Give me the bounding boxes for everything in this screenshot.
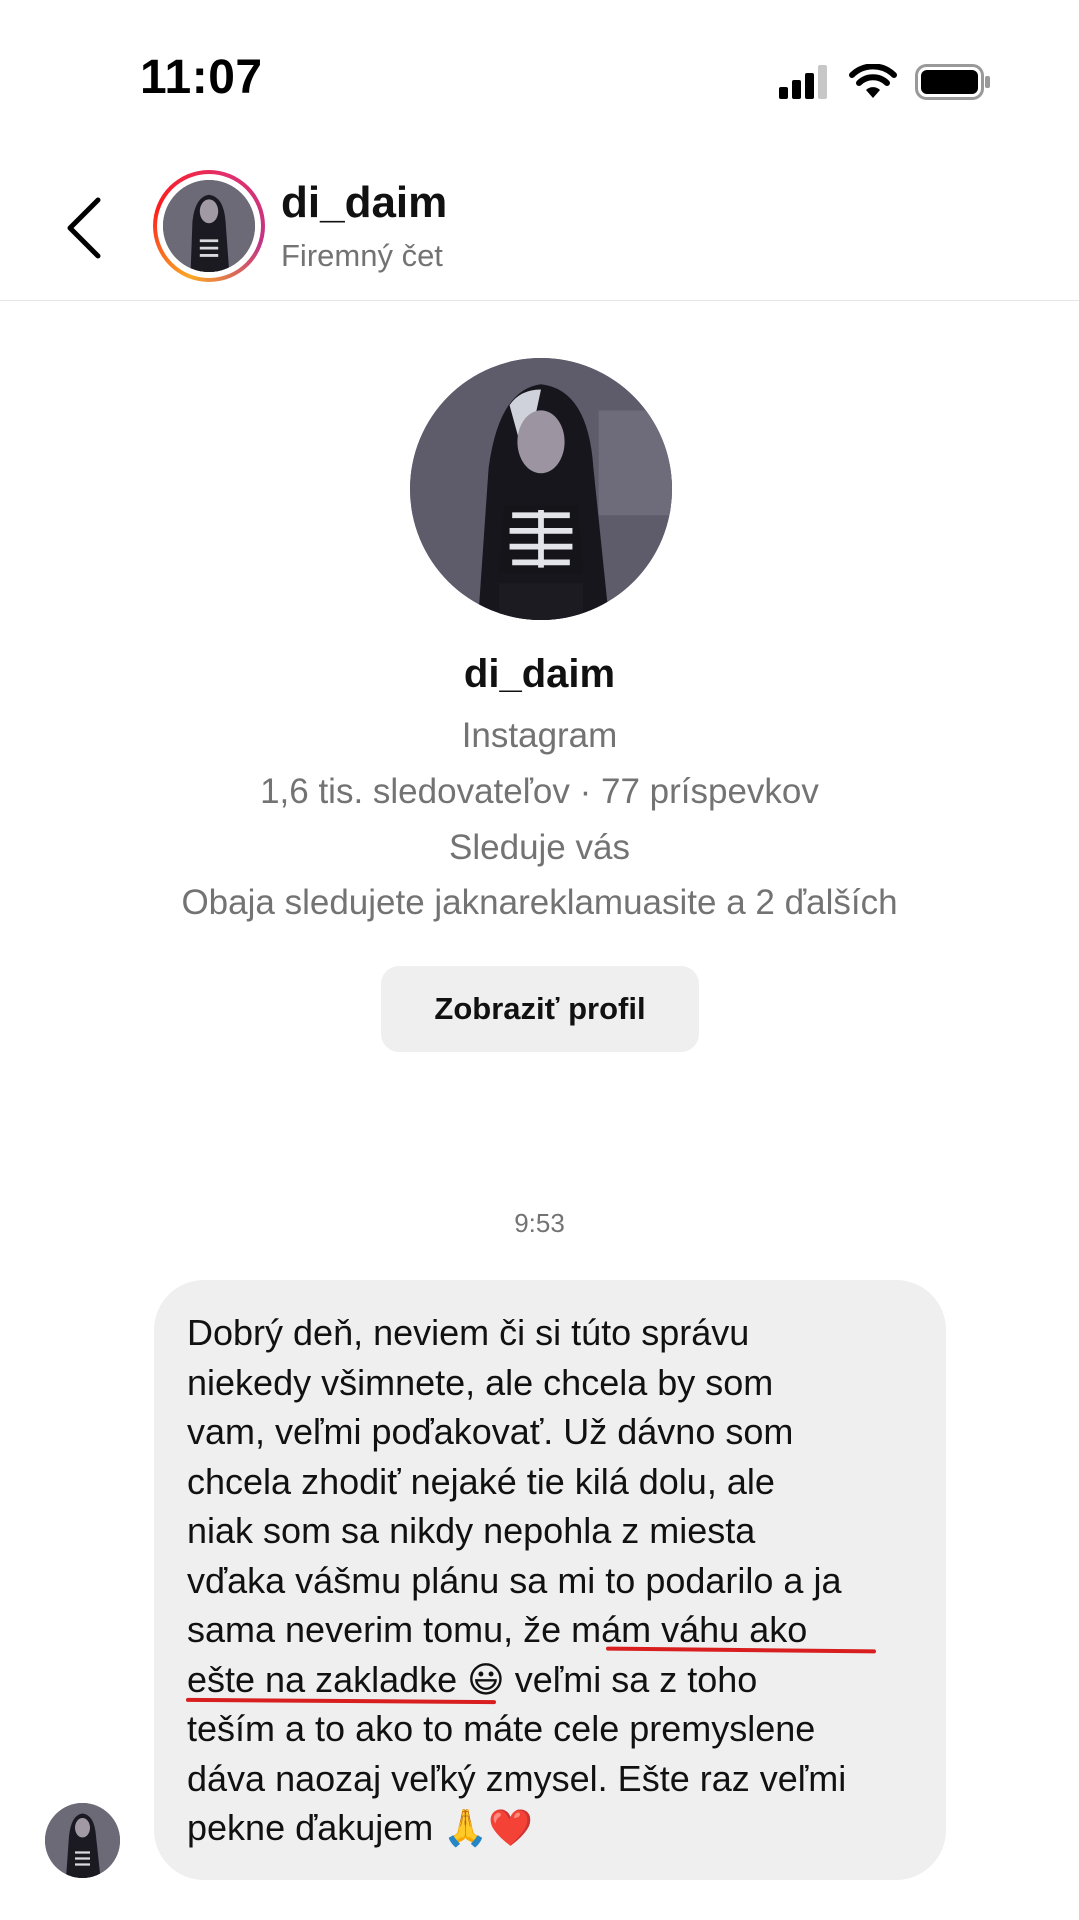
avatar [163, 180, 255, 272]
mutual-followers: Obaja sledujete jaknareklamuasite a 2 ďa… [181, 883, 898, 922]
profile-stats: 1,6 tis. sledovateľov · 77 príspevkov [260, 772, 819, 811]
chat-subtitle: Firemný čet [281, 238, 443, 273]
sender-avatar[interactable] [45, 1803, 120, 1878]
profile-platform: Instagram [461, 716, 618, 755]
view-profile-button[interactable]: Zobraziť profil [381, 966, 699, 1052]
chat-username[interactable]: di_daim [281, 178, 447, 228]
status-time: 11:07 [140, 51, 263, 104]
wifi-icon [849, 64, 897, 98]
profile-username: di_daim [463, 652, 616, 696]
profile-avatar[interactable] [410, 358, 672, 620]
chevron-left-icon [67, 197, 101, 259]
message-bubble[interactable]: Dobrý deň, neviem či si túto správu niek… [154, 1280, 946, 1880]
follow-status: Sleduje vás [449, 828, 630, 867]
back-button[interactable] [58, 192, 118, 262]
status-icons [779, 62, 991, 102]
chat-header: di_daim Firemný čet [0, 150, 1079, 301]
message-text: Dobrý deň, neviem či si túto správu niek… [187, 1312, 847, 1848]
story-ring[interactable] [153, 170, 265, 282]
battery-icon [915, 64, 990, 100]
cellular-signal-icon [779, 65, 827, 99]
message-timestamp: 9:53 [514, 1208, 565, 1238]
status-bar: 11:07 [0, 0, 1079, 150]
